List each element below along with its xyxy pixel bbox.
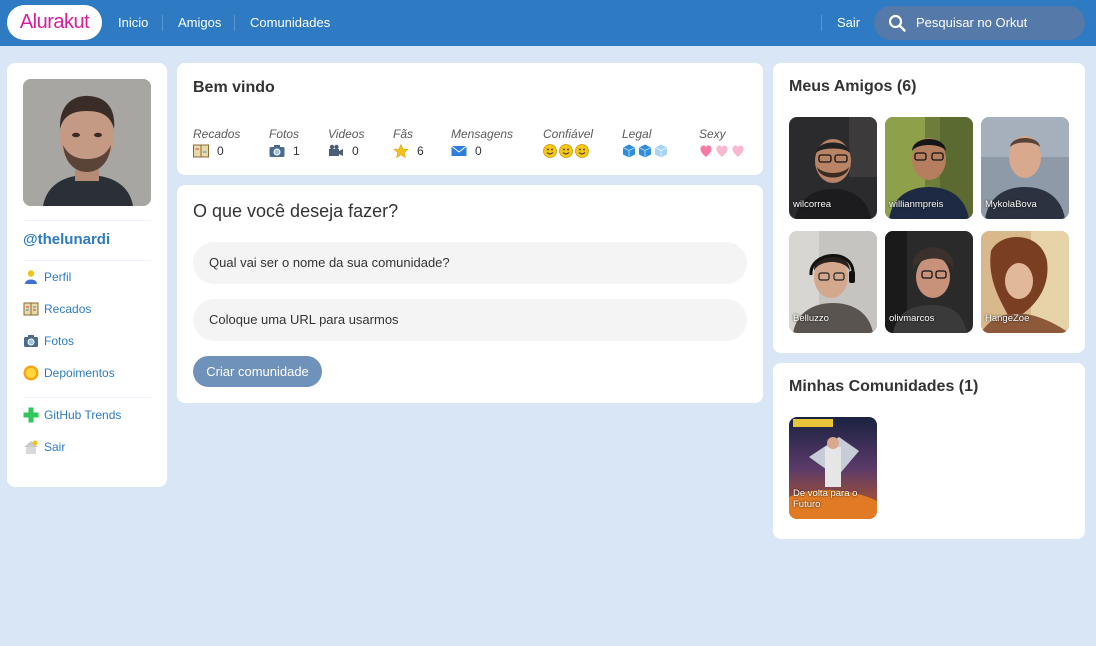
friend-name: wilcorrea	[793, 199, 832, 210]
sidebar-item-depoimentos[interactable]: Depoimentos	[23, 364, 115, 382]
stat-recados[interactable]: Recados 0	[193, 127, 240, 160]
heart-icon	[700, 145, 744, 157]
sidebar-item-label: Depoimentos	[44, 366, 115, 380]
sidebar-item-label: GitHub Trends	[44, 408, 122, 422]
friends-title: Meus Amigos (6)	[789, 78, 917, 95]
plus-icon	[23, 407, 39, 423]
sidebar-item-fotos[interactable]: Fotos	[23, 332, 74, 350]
stat-label: Fotos	[269, 127, 300, 141]
create-community-panel: O que você deseja fazer? Qual vai ser o …	[177, 185, 763, 403]
book-icon	[193, 144, 209, 158]
nav-divider	[234, 15, 235, 31]
user-icon	[25, 270, 37, 284]
search-input[interactable]: Pesquisar no Orkut	[916, 16, 1027, 30]
rating-cube-icons	[622, 142, 670, 160]
ice-cube-icon	[622, 144, 668, 158]
nav-divider	[821, 15, 822, 31]
sidebar-item-github-trends[interactable]: GitHub Trends	[23, 406, 121, 424]
friend-card[interactable]: wilcorrea	[789, 117, 877, 219]
friend-name: Belluzzo	[793, 313, 829, 324]
rating-label: Confiável	[543, 127, 594, 141]
friend-name: olivmarcos	[889, 313, 935, 324]
nav-link-inicio[interactable]: Inicio	[118, 15, 148, 31]
stat-value: 1	[293, 144, 300, 158]
friend-card[interactable]: willianmpreis	[885, 117, 973, 219]
profile-sidebar: @thelunardi Perfil Recados Fotos Depoime…	[7, 63, 167, 487]
home-icon	[24, 440, 38, 454]
book-icon	[23, 302, 39, 316]
envelope-icon	[451, 145, 467, 156]
camera-icon	[269, 145, 285, 157]
sidebar-item-label: Fotos	[44, 334, 75, 348]
welcome-panel: Bem vindo Recados 0 Fotos 1 Videos 0 Fãs…	[177, 63, 763, 175]
rating-legal[interactable]: Legal	[622, 127, 670, 160]
avatar[interactable]	[23, 79, 151, 206]
stat-fotos[interactable]: Fotos 1	[269, 127, 300, 160]
camera-icon	[24, 335, 38, 347]
friend-card[interactable]: MykolaBova	[981, 117, 1069, 219]
sidebar-item-recados[interactable]: Recados	[23, 300, 91, 318]
star-icon	[393, 144, 409, 158]
friend-card[interactable]: olivmarcos	[885, 231, 973, 333]
app-logo[interactable]: Alurakut	[7, 5, 102, 40]
logout-link[interactable]: Sair	[837, 15, 860, 31]
divider	[23, 220, 151, 221]
sidebar-item-label: Sair	[44, 440, 66, 454]
community-name-input[interactable]: Qual vai ser o nome da sua comunidade?	[193, 242, 747, 284]
top-bar: Alurakut Inicio Amigos Comunidades Sair …	[0, 0, 1096, 46]
profile-username[interactable]: @thelunardi	[23, 231, 110, 248]
community-url-input[interactable]: Coloque uma URL para usarmos	[193, 299, 747, 341]
stat-value: 6	[417, 144, 424, 158]
rating-heart-icons	[699, 142, 747, 160]
smiley-icon	[543, 144, 589, 158]
welcome-title: Bem vindo	[193, 79, 275, 96]
friend-card[interactable]: Belluzzo	[789, 231, 877, 333]
stat-mensagens[interactable]: Mensagens 0	[451, 127, 513, 160]
friend-name: MykolaBova	[985, 199, 1037, 210]
rating-label: Legal	[622, 127, 652, 141]
create-community-button[interactable]: Criar comunidade	[193, 356, 322, 387]
stat-label: Mensagens	[451, 127, 514, 141]
sun-icon	[23, 365, 39, 381]
communities-panel: Minhas Comunidades (1) De volta para o F…	[773, 363, 1085, 539]
rating-sexy[interactable]: Sexy	[699, 127, 747, 160]
community-card[interactable]: De volta para o Futuro	[789, 417, 877, 519]
stat-label: Fãs	[393, 127, 414, 141]
divider	[23, 260, 151, 261]
search-icon	[888, 14, 906, 32]
nav-link-comunidades[interactable]: Comunidades	[250, 15, 330, 31]
search-bar[interactable]: Pesquisar no Orkut	[874, 6, 1085, 40]
rating-confiavel[interactable]: Confiável	[543, 127, 593, 160]
divider	[23, 397, 151, 398]
friends-panel: Meus Amigos (6) wilcorrea willianmpreis	[773, 63, 1085, 353]
nav-link-amigos[interactable]: Amigos	[178, 15, 221, 31]
community-name: De volta para o Futuro	[793, 488, 858, 510]
friend-card[interactable]: HangeZoe	[981, 231, 1069, 333]
stat-value: 0	[475, 144, 482, 158]
video-camera-icon	[329, 144, 343, 156]
rating-label: Sexy	[699, 127, 726, 141]
stat-fas[interactable]: Fãs 6	[393, 127, 424, 160]
panel-title: O que você deseja fazer?	[193, 201, 399, 221]
stat-videos[interactable]: Videos 0	[328, 127, 364, 160]
stat-label: Recados	[193, 127, 241, 141]
sidebar-item-label: Recados	[44, 302, 92, 316]
friend-name: HangeZoe	[985, 313, 1030, 324]
communities-title: Minhas Comunidades (1)	[789, 378, 979, 395]
sidebar-item-sair[interactable]: Sair	[23, 438, 65, 456]
stat-label: Videos	[328, 127, 365, 141]
stat-value: 0	[217, 144, 224, 158]
friend-name: willianmpreis	[889, 199, 944, 210]
rating-smiley-icons	[543, 142, 593, 160]
nav-divider	[162, 15, 163, 31]
sidebar-item-label: Perfil	[44, 270, 72, 284]
sidebar-item-perfil[interactable]: Perfil	[23, 268, 71, 286]
stat-value: 0	[352, 144, 359, 158]
